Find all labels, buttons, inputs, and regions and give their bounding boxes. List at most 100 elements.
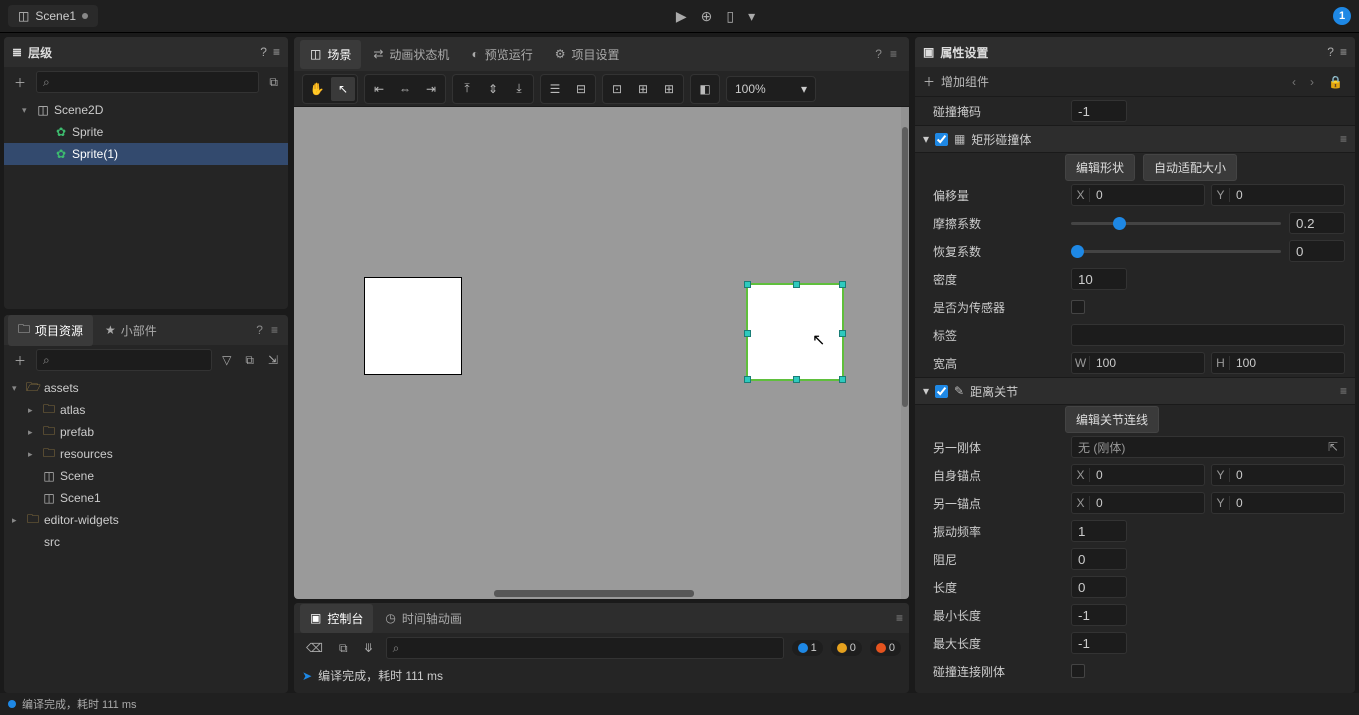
dist-h-icon[interactable]: ☰ <box>543 77 567 101</box>
collapse-icon[interactable]: ⧉ <box>265 73 282 92</box>
tab-console[interactable]: ▣控制台 <box>300 604 373 633</box>
tab-scene[interactable]: ◫场景 <box>300 40 361 69</box>
tab-project-assets[interactable]: 🗀项目资源 <box>8 315 93 346</box>
add-component-label[interactable]: 增加组件 <box>941 73 989 90</box>
hierarchy-item[interactable]: ✿Sprite(1) <box>4 143 288 165</box>
menu-icon[interactable]: ≡ <box>273 45 280 59</box>
offset-y-field[interactable]: Y0 <box>1211 184 1345 206</box>
menu-icon[interactable]: ≡ <box>1340 384 1347 398</box>
other-anchor-x-field[interactable]: X0 <box>1071 492 1205 514</box>
tab-animator[interactable]: ⇄动画状态机 <box>363 40 459 69</box>
clear-icon[interactable]: ⌫ <box>302 639 327 657</box>
zoom-dropdown[interactable]: 100%▾ <box>726 76 816 102</box>
lock-icon[interactable]: 🔒 <box>1324 75 1347 89</box>
section-box-collider[interactable]: ▾ ▦ 矩形碰撞体 ≡ <box>915 125 1355 153</box>
error-count-pill[interactable]: 0 <box>870 640 901 656</box>
asset-item[interactable]: ◫Scene <box>4 465 288 487</box>
help-icon[interactable]: ? <box>260 45 267 59</box>
scene-canvas[interactable]: ↖ <box>294 107 909 599</box>
length-field[interactable] <box>1071 576 1127 598</box>
add-asset-button[interactable]: ＋ <box>10 350 30 371</box>
snap-icon[interactable]: ⊡ <box>605 77 629 101</box>
copy-icon[interactable]: ⧉ <box>335 639 352 658</box>
self-anchor-x-field[interactable]: X0 <box>1071 464 1205 486</box>
filter-icon[interactable]: ▽ <box>218 351 235 369</box>
density-field[interactable] <box>1071 268 1127 290</box>
tab-preview[interactable]: ◐预览运行 <box>461 40 542 69</box>
help-icon[interactable]: ? <box>256 323 263 337</box>
tab-project-settings[interactable]: ⚙项目设置 <box>545 40 630 69</box>
chevron-down-icon[interactable]: ▾ <box>748 8 755 25</box>
section-distance-joint[interactable]: ▾ ✎ 距离关节 ≡ <box>915 377 1355 405</box>
frequency-field[interactable] <box>1071 520 1127 542</box>
split-icon[interactable]: ⧉ <box>241 351 258 370</box>
width-field[interactable]: W100 <box>1071 352 1205 374</box>
globe-icon[interactable]: ⊕ <box>701 8 713 25</box>
asset-item[interactable]: ▸🗀editor-widgets <box>4 509 288 531</box>
hierarchy-search-input[interactable]: ⌕ <box>36 71 259 93</box>
notification-badge[interactable]: 1 <box>1333 7 1351 25</box>
wrap-icon[interactable]: ⤋ <box>360 639 378 657</box>
tab-timeline[interactable]: ◷时间轴动画 <box>375 604 472 633</box>
add-node-button[interactable]: ＋ <box>10 72 30 93</box>
warn-count-pill[interactable]: 0 <box>831 640 862 656</box>
scene-tab[interactable]: ◫ Scene1 <box>8 5 98 27</box>
menu-icon[interactable]: ≡ <box>1340 45 1347 59</box>
sprite-object[interactable] <box>364 277 462 375</box>
align-middle-v-icon[interactable]: ⇕ <box>481 77 505 101</box>
dist-v-icon[interactable]: ⊟ <box>569 77 593 101</box>
pan-tool[interactable]: ✋ <box>305 77 329 101</box>
expand-icon[interactable]: ⇲ <box>264 351 282 369</box>
tags-field[interactable] <box>1071 324 1345 346</box>
asset-item[interactable]: ▾🗁assets <box>4 377 288 399</box>
asset-item[interactable]: ▸🗀resources <box>4 443 288 465</box>
edit-joint-button[interactable]: 编辑关节连线 <box>1065 406 1159 433</box>
align-center-h-icon[interactable]: ⇔ <box>393 77 417 101</box>
tab-widgets[interactable]: ★小部件 <box>95 317 167 344</box>
restitution-field[interactable] <box>1289 240 1345 262</box>
component-enabled-checkbox[interactable] <box>935 133 948 146</box>
canvas-vscroll[interactable] <box>901 107 909 599</box>
height-field[interactable]: H100 <box>1211 352 1345 374</box>
grid-expand-icon[interactable]: ⊞ <box>631 77 655 101</box>
component-enabled-checkbox[interactable] <box>935 385 948 398</box>
min-length-field[interactable] <box>1071 604 1127 626</box>
sensor-checkbox[interactable] <box>1071 300 1085 314</box>
asset-item[interactable]: ◫Scene1 <box>4 487 288 509</box>
play-icon[interactable]: ▶ <box>676 8 687 25</box>
device-icon[interactable]: ▯ <box>726 8 734 25</box>
align-top-icon[interactable]: ⤒ <box>455 77 479 101</box>
plus-icon[interactable]: ＋ <box>923 73 935 90</box>
console-search-input[interactable]: ⌕ <box>386 637 784 659</box>
select-tool[interactable]: ↖ <box>331 77 355 101</box>
sprite-object-selected[interactable] <box>746 283 844 381</box>
friction-slider[interactable] <box>1071 222 1281 225</box>
other-anchor-y-field[interactable]: Y0 <box>1211 492 1345 514</box>
asset-item[interactable]: ▸🗀atlas <box>4 399 288 421</box>
canvas-hscroll[interactable] <box>494 590 694 597</box>
asset-item[interactable]: src <box>4 531 288 553</box>
help-icon[interactable]: ? <box>875 47 882 61</box>
prev-icon[interactable]: ‹ <box>1288 75 1300 89</box>
collide-connected-checkbox[interactable] <box>1071 664 1085 678</box>
edit-shape-button[interactable]: 编辑形状 <box>1065 154 1135 181</box>
assets-search-input[interactable]: ⌕ <box>36 349 212 371</box>
menu-icon[interactable]: ≡ <box>1340 132 1347 146</box>
auto-fit-button[interactable]: 自动适配大小 <box>1143 154 1237 181</box>
max-length-field[interactable] <box>1071 632 1127 654</box>
grid-icon[interactable]: ⊞ <box>657 77 681 101</box>
hierarchy-item[interactable]: ✿Sprite <box>4 121 288 143</box>
layout-icon[interactable]: ◧ <box>693 77 717 101</box>
other-body-field[interactable]: 无 (刚体)⇱ <box>1071 436 1345 458</box>
align-bottom-icon[interactable]: ⤓ <box>507 77 531 101</box>
collision-mask-field[interactable] <box>1071 100 1127 122</box>
align-left-icon[interactable]: ⇤ <box>367 77 391 101</box>
next-icon[interactable]: › <box>1306 75 1318 89</box>
asset-item[interactable]: ▸🗀prefab <box>4 421 288 443</box>
restitution-slider[interactable] <box>1071 250 1281 253</box>
damping-field[interactable] <box>1071 548 1127 570</box>
menu-icon[interactable]: ≡ <box>896 611 903 625</box>
friction-field[interactable] <box>1289 212 1345 234</box>
align-right-icon[interactable]: ⇥ <box>419 77 443 101</box>
info-count-pill[interactable]: 1 <box>792 640 823 656</box>
